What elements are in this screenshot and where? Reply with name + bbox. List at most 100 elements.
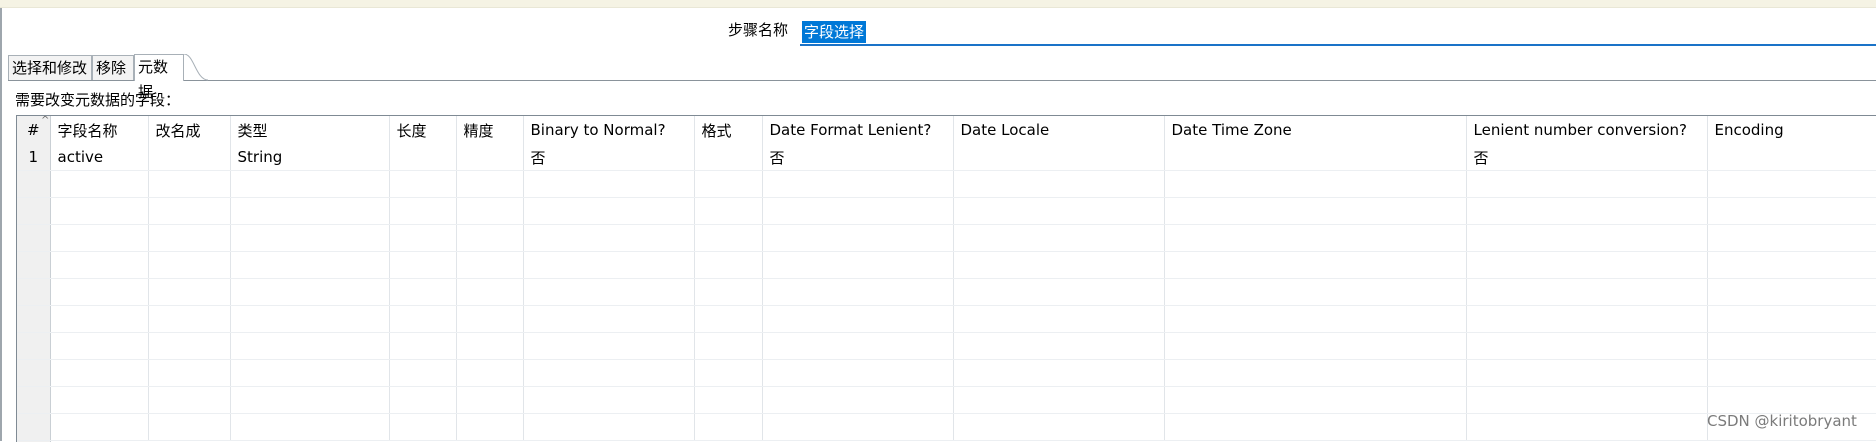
table-cell[interactable] <box>1707 305 1876 333</box>
table-cell[interactable] <box>456 305 524 333</box>
table-cell[interactable] <box>1164 278 1467 306</box>
table-cell[interactable] <box>953 251 1165 279</box>
column-header[interactable]: Date Format Lenient? <box>762 116 954 144</box>
column-header[interactable]: 精度 <box>456 116 524 144</box>
tab-select-modify[interactable]: 选择和修改 <box>8 55 92 80</box>
table-cell[interactable]: active <box>50 144 149 171</box>
table-cell[interactable] <box>762 170 954 198</box>
table-cell[interactable] <box>456 144 524 171</box>
table-row[interactable] <box>17 305 1876 333</box>
table-cell[interactable] <box>148 170 231 198</box>
table-row[interactable] <box>17 332 1876 360</box>
table-cell[interactable] <box>230 197 390 225</box>
table-cell[interactable] <box>1707 251 1876 279</box>
table-cell[interactable] <box>1466 386 1708 414</box>
table-cell[interactable] <box>389 144 457 171</box>
column-header[interactable]: 字段名称 <box>50 116 149 144</box>
table-cell[interactable] <box>230 359 390 387</box>
tab-metadata[interactable]: 元数据 <box>134 54 184 101</box>
table-cell[interactable] <box>1164 413 1467 441</box>
table-row[interactable] <box>17 386 1876 414</box>
table-cell[interactable] <box>762 278 954 306</box>
table-cell[interactable] <box>230 332 390 360</box>
table-cell[interactable] <box>1466 170 1708 198</box>
table-cell[interactable] <box>694 251 763 279</box>
table-cell[interactable] <box>694 332 763 360</box>
table-cell[interactable] <box>1466 305 1708 333</box>
column-header[interactable]: Date Locale <box>953 116 1165 144</box>
table-cell[interactable] <box>389 224 457 252</box>
table-cell[interactable] <box>953 144 1165 171</box>
table-cell[interactable] <box>230 170 390 198</box>
table-cell[interactable] <box>230 278 390 306</box>
table-cell[interactable] <box>953 386 1165 414</box>
table-cell[interactable] <box>389 332 457 360</box>
table-cell[interactable] <box>148 144 231 171</box>
table-cell[interactable] <box>953 359 1165 387</box>
table-cell[interactable] <box>523 305 695 333</box>
table-cell[interactable] <box>1466 332 1708 360</box>
table-cell[interactable] <box>523 197 695 225</box>
table-cell[interactable] <box>1164 197 1467 225</box>
step-name-input[interactable]: 字段选择 <box>800 19 1876 46</box>
column-header[interactable]: 格式 <box>694 116 763 144</box>
table-cell[interactable] <box>50 224 149 252</box>
table-cell[interactable] <box>456 386 524 414</box>
table-row[interactable] <box>17 197 1876 225</box>
table-cell[interactable] <box>389 278 457 306</box>
table-cell[interactable] <box>1707 278 1876 306</box>
table-cell[interactable] <box>230 305 390 333</box>
table-cell[interactable] <box>1466 197 1708 225</box>
table-cell[interactable] <box>694 413 763 441</box>
table-cell[interactable] <box>230 224 390 252</box>
table-cell[interactable] <box>523 170 695 198</box>
table-row[interactable] <box>17 224 1876 252</box>
table-cell[interactable]: 否 <box>1466 144 1708 171</box>
table-cell[interactable] <box>523 224 695 252</box>
column-header[interactable]: 类型 <box>230 116 390 144</box>
column-header[interactable]: Encoding <box>1707 116 1876 144</box>
table-cell[interactable] <box>523 413 695 441</box>
table-cell[interactable] <box>1466 278 1708 306</box>
column-header[interactable]: Date Time Zone <box>1164 116 1467 144</box>
table-cell[interactable] <box>523 359 695 387</box>
table-cell[interactable] <box>523 278 695 306</box>
table-cell[interactable] <box>1707 144 1876 171</box>
table-cell[interactable] <box>1707 170 1876 198</box>
table-cell[interactable] <box>456 224 524 252</box>
table-cell[interactable] <box>694 278 763 306</box>
table-row[interactable] <box>17 251 1876 279</box>
table-cell[interactable] <box>50 386 149 414</box>
table-cell[interactable] <box>523 332 695 360</box>
table-cell[interactable] <box>148 359 231 387</box>
table-cell[interactable] <box>1466 413 1708 441</box>
column-header[interactable]: Lenient number conversion? <box>1466 116 1708 144</box>
table-cell[interactable] <box>148 197 231 225</box>
table-cell[interactable] <box>953 305 1165 333</box>
table-cell[interactable] <box>953 278 1165 306</box>
column-header[interactable]: 改名成 <box>148 116 231 144</box>
table-cell[interactable] <box>456 413 524 441</box>
table-cell[interactable] <box>762 386 954 414</box>
table-cell[interactable] <box>456 278 524 306</box>
table-cell[interactable] <box>1164 224 1467 252</box>
table-cell[interactable] <box>148 305 231 333</box>
table-row[interactable] <box>17 170 1876 198</box>
table-cell[interactable] <box>230 386 390 414</box>
table-cell[interactable] <box>148 386 231 414</box>
table-cell[interactable] <box>148 251 231 279</box>
table-cell[interactable] <box>50 332 149 360</box>
table-cell[interactable] <box>694 386 763 414</box>
table-cell[interactable] <box>1164 332 1467 360</box>
table-cell[interactable] <box>1164 251 1467 279</box>
table-cell[interactable] <box>1707 359 1876 387</box>
table-cell[interactable] <box>50 170 149 198</box>
table-cell[interactable] <box>762 332 954 360</box>
table-cell[interactable] <box>1164 170 1467 198</box>
table-cell[interactable] <box>694 224 763 252</box>
table-cell[interactable] <box>953 170 1165 198</box>
table-cell[interactable] <box>230 251 390 279</box>
table-cell[interactable] <box>1466 251 1708 279</box>
table-cell[interactable] <box>1466 224 1708 252</box>
table-cell[interactable] <box>1164 305 1467 333</box>
